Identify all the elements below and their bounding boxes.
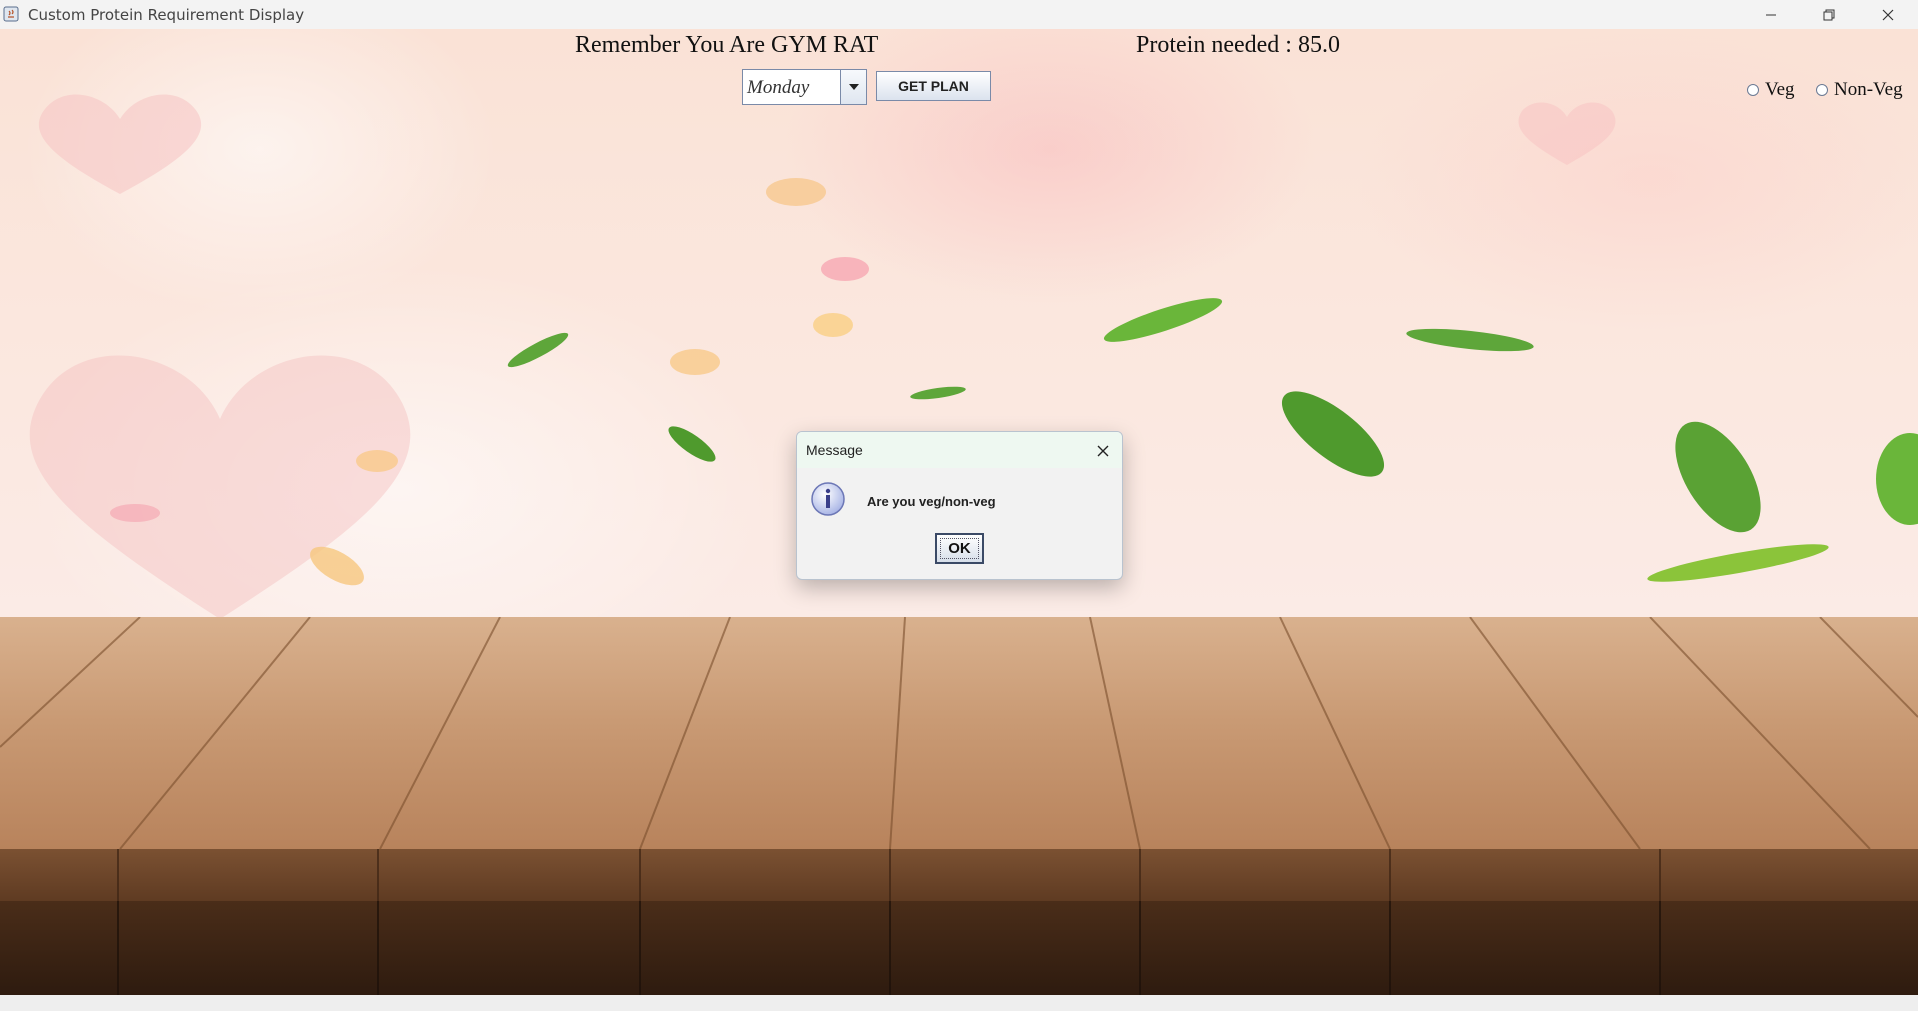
- table-edge: [0, 849, 1918, 901]
- day-select[interactable]: Monday: [742, 69, 867, 105]
- triangle-down-icon: [848, 84, 859, 90]
- dialog-titlebar: Message: [797, 432, 1122, 468]
- day-select-arrow[interactable]: [840, 70, 866, 104]
- radio-non-veg[interactable]: Non-Veg: [1816, 79, 1903, 101]
- radio-circle[interactable]: [1816, 84, 1828, 96]
- ok-button[interactable]: OK: [935, 533, 984, 564]
- dialog-close-button[interactable]: [1092, 440, 1114, 462]
- java-app-icon: [3, 6, 19, 22]
- dialog-title: Message: [806, 442, 863, 458]
- day-select-value: Monday: [747, 77, 810, 98]
- minimize-button[interactable]: [1748, 0, 1794, 29]
- close-button[interactable]: [1865, 0, 1911, 29]
- window-bottom-border: [0, 995, 1918, 1011]
- dialog-message: Are you veg/non-veg: [867, 494, 996, 509]
- restore-button[interactable]: [1806, 0, 1852, 29]
- focus-ring: [940, 538, 979, 559]
- radio-veg-label: Veg: [1765, 79, 1795, 100]
- minimize-icon: [1766, 14, 1776, 15]
- motto-label: Remember You Are GYM RAT: [575, 32, 879, 58]
- wooden-table: [0, 617, 1918, 849]
- message-dialog: Message Are you veg/non-veg OK: [796, 431, 1123, 580]
- restore-icon: [1823, 9, 1835, 20]
- radio-veg[interactable]: Veg: [1747, 79, 1795, 101]
- radio-circle[interactable]: [1747, 84, 1759, 96]
- window-titlebar: Custom Protein Requirement Display: [0, 0, 1918, 29]
- info-icon: [811, 482, 845, 516]
- table-base: [0, 901, 1918, 995]
- radio-non-veg-label: Non-Veg: [1834, 79, 1903, 100]
- get-plan-button[interactable]: GET PLAN: [876, 71, 991, 101]
- window-title: Custom Protein Requirement Display: [28, 6, 305, 24]
- close-icon: [1097, 445, 1109, 457]
- close-icon: [1882, 9, 1894, 20]
- protein-needed-label: Protein needed : 85.0: [1136, 32, 1340, 58]
